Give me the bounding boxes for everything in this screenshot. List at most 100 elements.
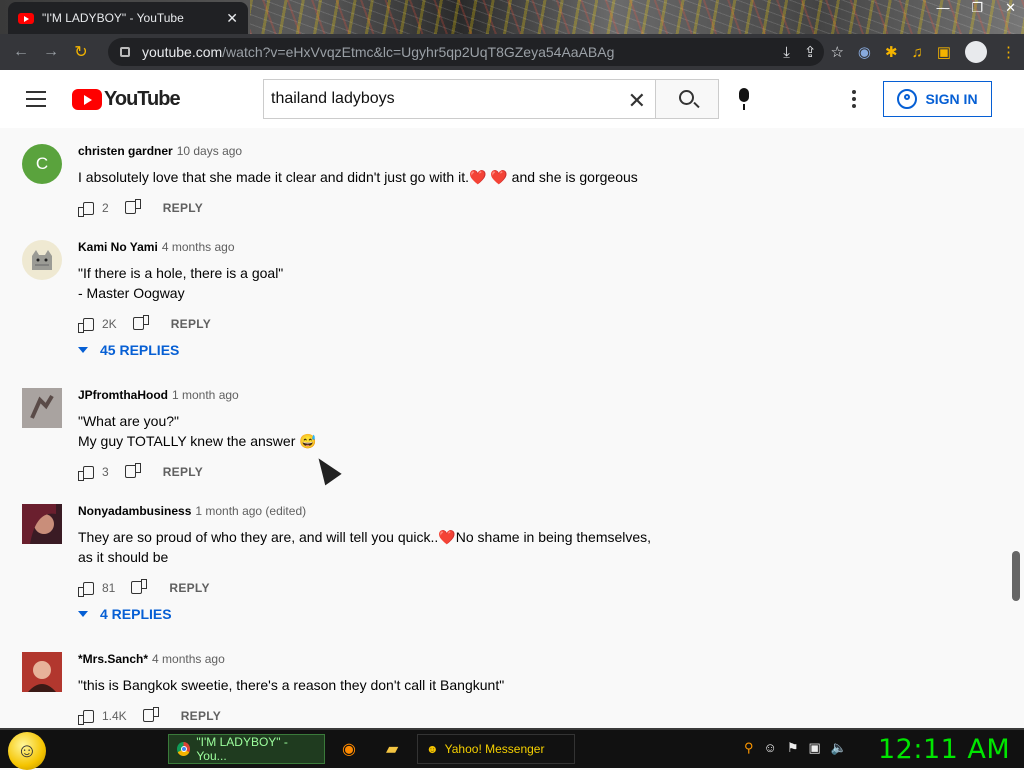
- voice-search-mic-icon[interactable]: [739, 88, 749, 110]
- search-button[interactable]: [655, 79, 719, 119]
- avatar[interactable]: [22, 504, 62, 544]
- comment-text: I absolutely love that she made it clear…: [78, 169, 638, 185]
- action-center-flag-icon[interactable]: ⚑: [787, 740, 799, 756]
- url-path: /watch?v=eHxVvqzEtmc&lc=Ugyhr5qp2UqT8GZe…: [222, 44, 615, 60]
- menu-hamburger-icon[interactable]: [26, 91, 46, 112]
- firefox-icon: ◉: [342, 741, 356, 758]
- yahoo-smiley-icon: ☻: [426, 742, 439, 756]
- taskbar-clock[interactable]: 12:11 AM: [878, 734, 1010, 765]
- chrome-menu-icon[interactable]: ⋮: [1001, 43, 1016, 61]
- reply-button[interactable]: REPLY: [181, 709, 221, 723]
- volume-icon[interactable]: 🔈: [831, 740, 847, 756]
- youtube-logo[interactable]: YouTube: [72, 88, 181, 111]
- like-icon[interactable]: [78, 709, 94, 725]
- like-icon[interactable]: [78, 581, 94, 597]
- avatar[interactable]: C: [22, 144, 62, 184]
- comment-text: They are so proud of who they are, and w…: [78, 529, 652, 565]
- comment-actions: 2K REPLY: [78, 314, 211, 334]
- avatar[interactable]: [22, 388, 62, 428]
- taskbar-folder[interactable]: ▰: [378, 734, 406, 764]
- os-taskbar: ☺ "I'M LADYBOY" - You... ◉ ▰ ☻ Yahoo! Me…: [0, 728, 1024, 770]
- comment-text: "this is Bangkok sweetie, there's a reas…: [78, 677, 505, 693]
- comment-time[interactable]: 4 months ago: [162, 240, 235, 254]
- browser-tab-strip: "I'M LADYBOY" - YouTube ✕ — ❐ ✕: [0, 0, 1024, 34]
- comment-actions: 3 REPLY: [78, 462, 203, 482]
- url-host: youtube.com: [142, 44, 223, 60]
- comment-author[interactable]: Nonyadambusiness: [78, 504, 191, 518]
- comment-time[interactable]: 1 month ago (edited): [195, 504, 306, 518]
- browser-toolbar: ← → ↻ youtube.com /watch?v=eHxVvqzEtmc&l…: [0, 34, 1024, 70]
- search-icon[interactable]: ⚲: [744, 740, 754, 756]
- clear-search-icon[interactable]: ✕: [628, 88, 646, 114]
- search-input[interactable]: thailand ladyboys ✕: [263, 79, 656, 119]
- like-icon[interactable]: [78, 201, 94, 217]
- folder-icon: ▰: [386, 741, 399, 758]
- photo-avatar-icon: [22, 504, 62, 544]
- extensions-puzzle-icon[interactable]: ✱: [885, 43, 898, 61]
- extension-flag-icon[interactable]: ◉: [858, 43, 871, 61]
- taskbar-firefox[interactable]: ◉: [334, 734, 364, 764]
- comment-author[interactable]: JPfromthaHood: [78, 388, 168, 402]
- view-replies-button[interactable]: 4 REPLIES: [78, 606, 172, 622]
- reply-button[interactable]: REPLY: [163, 201, 203, 215]
- replies-label: 45 REPLIES: [100, 342, 180, 358]
- comment-actions: 2 REPLY: [78, 198, 203, 218]
- back-icon[interactable]: ←: [6, 43, 36, 61]
- share-icon[interactable]: ⇪: [804, 43, 817, 61]
- comment-actions: 1.4K REPLY: [78, 706, 221, 726]
- install-icon[interactable]: ⤓: [783, 44, 790, 61]
- close-window-icon[interactable]: ✕: [1005, 0, 1016, 16]
- sign-in-button[interactable]: SIGN IN: [883, 81, 992, 117]
- comment-author[interactable]: Kami No Yami: [78, 240, 158, 254]
- media-queue-icon[interactable]: ♫: [912, 44, 923, 61]
- avatar[interactable]: [22, 240, 62, 280]
- photo-avatar-icon: [22, 388, 62, 428]
- dislike-icon[interactable]: [143, 709, 159, 723]
- comment-time[interactable]: 10 days ago: [177, 144, 242, 158]
- comment-author[interactable]: christen gardner: [78, 144, 173, 158]
- profile-avatar-icon[interactable]: [965, 41, 987, 63]
- cat-avatar-icon: [32, 250, 52, 270]
- sidepanel-icon[interactable]: ▣: [937, 43, 951, 61]
- start-smiley-icon[interactable]: ☺: [8, 732, 46, 770]
- dislike-icon[interactable]: [125, 201, 141, 215]
- reply-button[interactable]: REPLY: [163, 465, 203, 479]
- youtube-header: YouTube thailand ladyboys ✕ SIGN IN: [0, 70, 1024, 128]
- messenger-tray-icon[interactable]: ☺: [764, 740, 777, 756]
- taskbar-item-chrome[interactable]: "I'M LADYBOY" - You...: [168, 734, 325, 764]
- bookmark-star-icon[interactable]: ☆: [830, 43, 843, 61]
- minimize-icon[interactable]: —: [936, 0, 949, 16]
- comment-time[interactable]: 4 months ago: [152, 652, 225, 666]
- forward-icon[interactable]: →: [36, 43, 66, 61]
- dislike-icon[interactable]: [133, 317, 149, 331]
- restore-icon[interactable]: ❐: [971, 0, 983, 16]
- like-count: 2: [102, 201, 109, 215]
- like-icon[interactable]: [78, 465, 94, 481]
- avatar[interactable]: [22, 652, 62, 692]
- network-icon[interactable]: ▣: [808, 740, 820, 756]
- reload-icon[interactable]: ↻: [66, 42, 96, 62]
- address-bar[interactable]: youtube.com /watch?v=eHxVvqzEtmc&lc=Ugyh…: [108, 38, 824, 66]
- search-icon: [679, 90, 694, 105]
- view-replies-button[interactable]: 45 REPLIES: [78, 342, 179, 358]
- settings-more-icon[interactable]: [852, 90, 856, 111]
- like-count: 1.4K: [102, 709, 127, 723]
- sign-in-label: SIGN IN: [925, 91, 978, 107]
- comment-author[interactable]: *Mrs.Sanch*: [78, 652, 148, 666]
- dislike-icon[interactable]: [131, 581, 147, 595]
- like-icon[interactable]: [78, 317, 94, 333]
- toolbar-icons: ⤓ ⇪ ☆ ◉ ✱ ♫ ▣ ⋮: [783, 38, 1016, 66]
- like-count: 3: [102, 465, 109, 479]
- reply-button[interactable]: REPLY: [171, 317, 211, 331]
- taskbar-yahoo-label: Yahoo! Messenger: [444, 742, 545, 756]
- reply-button[interactable]: REPLY: [169, 581, 209, 595]
- tab-close-icon[interactable]: ✕: [226, 10, 238, 27]
- comment-time[interactable]: 1 month ago: [172, 388, 239, 402]
- like-count: 81: [102, 581, 116, 595]
- dislike-icon[interactable]: [125, 465, 141, 479]
- browser-tab-active[interactable]: "I'M LADYBOY" - YouTube ✕: [8, 2, 248, 34]
- taskbar-item-yahoo[interactable]: ☻ Yahoo! Messenger: [417, 734, 575, 764]
- page-scrollbar[interactable]: [1012, 551, 1020, 601]
- comment-text: "What are you?" My guy TOTALLY knew the a…: [78, 413, 317, 449]
- like-count: 2K: [102, 317, 117, 331]
